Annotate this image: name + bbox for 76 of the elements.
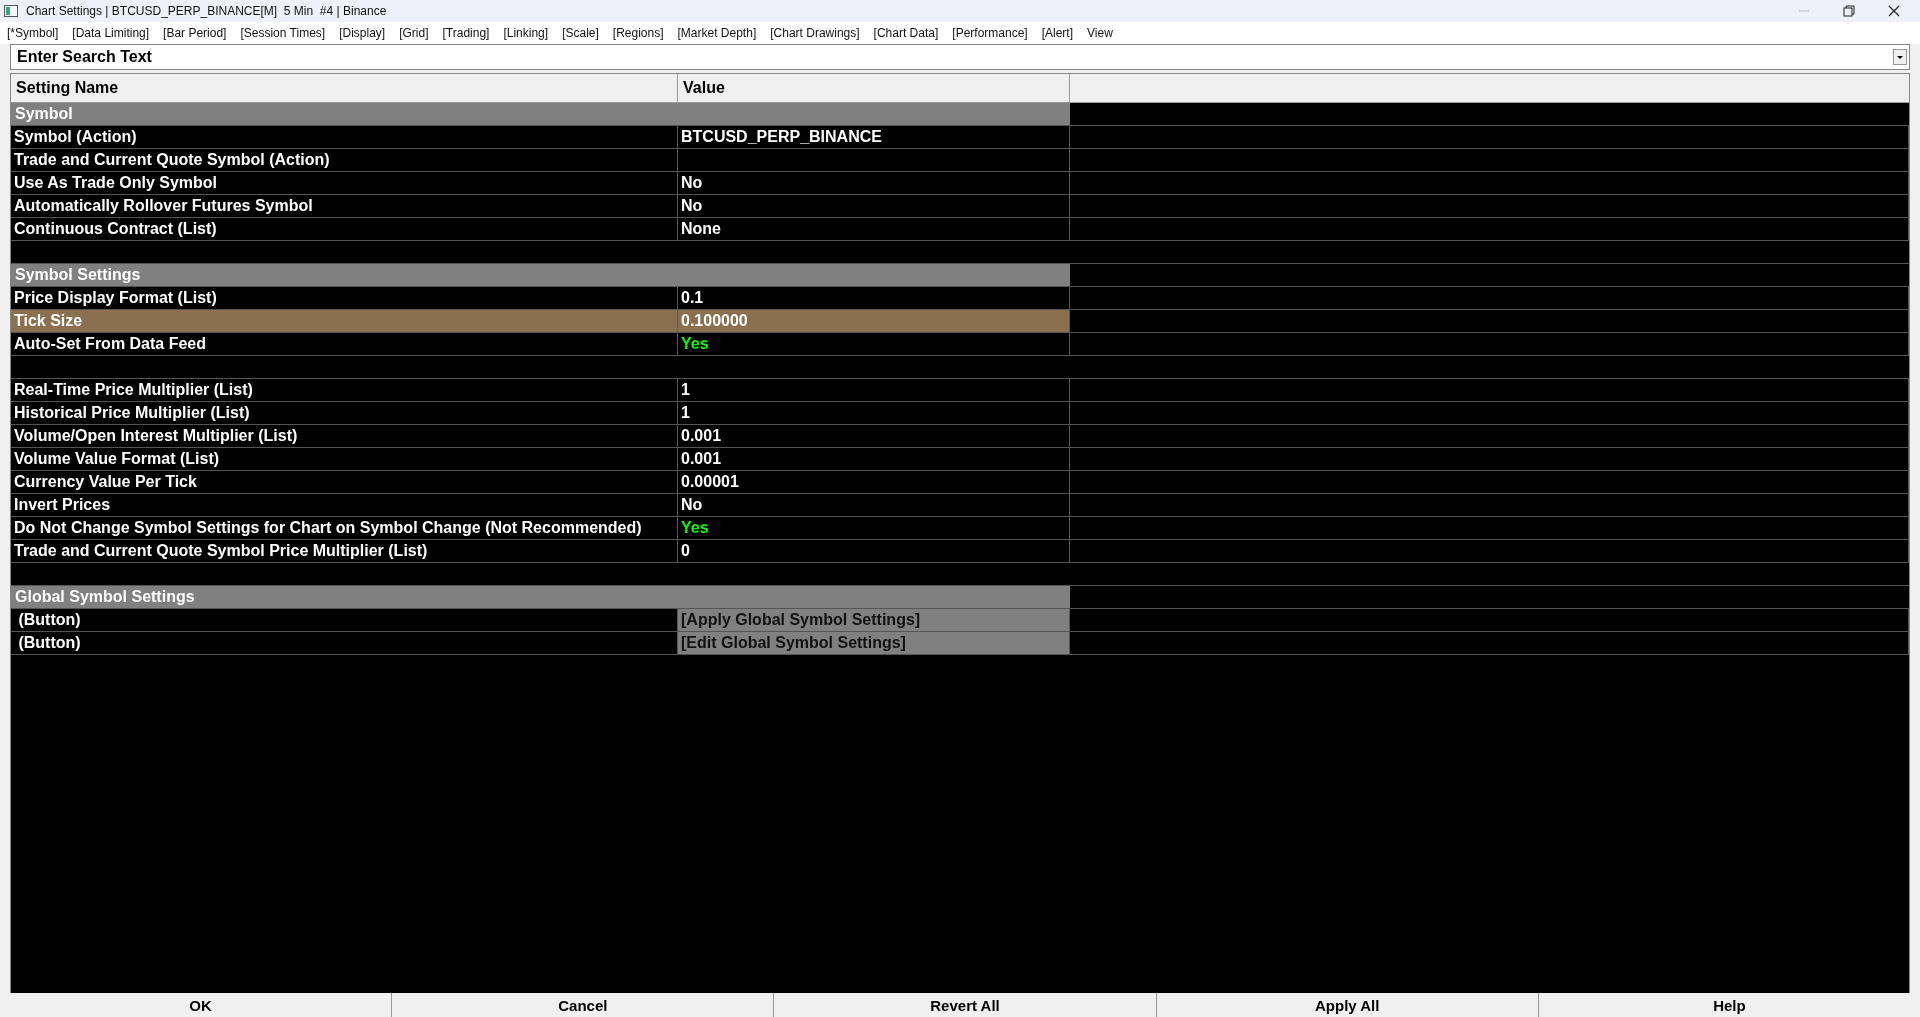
- setting-row[interactable]: Currency Value Per Tick 0.00001: [11, 471, 1909, 494]
- setting-row[interactable]: Price Display Format (List) 0.1: [11, 287, 1909, 310]
- setting-row[interactable]: Tick Size 0.100000: [11, 310, 1909, 333]
- menu-item[interactable]: [Regions]: [612, 26, 664, 40]
- menu-item[interactable]: [Display]: [339, 26, 386, 40]
- search-field[interactable]: Enter Search Text: [10, 44, 1910, 70]
- menu-item[interactable]: [Linking]: [503, 26, 549, 40]
- setting-value: No: [681, 174, 703, 192]
- setting-name: Trade and Current Quote Symbol Price Multiplier (List): [11, 540, 678, 562]
- menu-item[interactable]: [Data Limiting]: [72, 26, 150, 40]
- dropdown-icon[interactable]: [1893, 49, 1907, 65]
- menu-item[interactable]: [Scale]: [562, 26, 599, 40]
- setting-name: Price Display Format (List): [11, 287, 678, 309]
- setting-value: 0.100000: [681, 312, 748, 330]
- setting-name: Invert Prices: [11, 494, 678, 516]
- setting-row[interactable]: Continuous Contract (List) None: [11, 218, 1909, 241]
- setting-row[interactable]: Trade and Current Quote Symbol (Action): [11, 149, 1909, 172]
- setting-value: 0.001: [681, 450, 722, 468]
- window-title: Chart Settings | BTCUSD_PERP_BINANCE[M] 5 Min #4 | Binance: [26, 4, 387, 18]
- section-header: Symbol Settings: [11, 264, 1070, 286]
- section-header: Global Symbol Settings: [11, 586, 1070, 608]
- setting-value: 1: [681, 404, 690, 422]
- setting-row[interactable]: Real-Time Price Multiplier (List) 1: [11, 379, 1909, 402]
- setting-name: Volume Value Format (List): [11, 448, 678, 470]
- close-icon[interactable]: [1888, 5, 1900, 17]
- setting-name: Historical Price Multiplier (List): [11, 402, 678, 424]
- menu-item[interactable]: [*Symbol]: [7, 26, 59, 40]
- setting-row[interactable]: Volume Value Format (List) 0.001: [11, 448, 1909, 471]
- setting-name: Auto-Set From Data Feed: [11, 333, 678, 355]
- setting-row[interactable]: Trade and Current Quote Symbol Price Multiplier (List) 0: [11, 540, 1909, 563]
- setting-row[interactable]: Auto-Set From Data Feed Yes: [11, 333, 1909, 356]
- menu-item[interactable]: [Trading]: [442, 26, 490, 40]
- section-header: Symbol: [11, 103, 1070, 125]
- setting-value: No: [681, 197, 703, 215]
- setting-value: 0.00001: [681, 473, 739, 491]
- setting-value: BTCUSD_PERP_BINANCE: [681, 128, 882, 146]
- setting-value: No: [681, 496, 703, 514]
- column-header: Setting Name: [11, 74, 678, 102]
- setting-name: Real-Time Price Multiplier (List): [11, 379, 678, 401]
- menu-item[interactable]: View: [1087, 26, 1113, 40]
- action-button[interactable]: [Apply Global Symbol Settings]: [678, 609, 1070, 631]
- setting-value: Yes: [681, 335, 709, 353]
- menu-item[interactable]: [Alert]: [1041, 26, 1073, 40]
- setting-value: Yes: [681, 519, 709, 537]
- setting-name: Continuous Contract (List): [11, 218, 678, 240]
- column-header: Value: [678, 74, 1070, 102]
- setting-value: 0: [681, 542, 690, 560]
- setting-name: Tick Size: [11, 310, 678, 332]
- menu-item[interactable]: [Performance]: [952, 26, 1028, 40]
- setting-row[interactable]: Do Not Change Symbol Settings for Chart on Symbol Change (Not Recommended) Yes: [11, 517, 1909, 540]
- menu-item[interactable]: [Session Times]: [240, 26, 326, 40]
- setting-row[interactable]: Automatically Rollover Futures Symbol No: [11, 195, 1909, 218]
- setting-row[interactable]: Invert Prices No: [11, 494, 1909, 517]
- setting-name: Automatically Rollover Futures Symbol: [11, 195, 678, 217]
- menu-item[interactable]: [Chart Data]: [873, 26, 939, 40]
- setting-name: Use As Trade Only Symbol: [11, 172, 678, 194]
- menu-item[interactable]: [Grid]: [399, 26, 429, 40]
- setting-value: 1: [681, 381, 690, 399]
- setting-name: Do Not Change Symbol Settings for Chart on Symbol Change (Not Recommended): [11, 517, 678, 539]
- setting-row[interactable]: Volume/Open Interest Multiplier (List) 0.001: [11, 425, 1909, 448]
- setting-name: Currency Value Per Tick: [11, 471, 678, 493]
- setting-value: 0.001: [681, 427, 722, 445]
- setting-name: Symbol (Action): [11, 126, 678, 148]
- setting-value: 0.1: [681, 289, 704, 307]
- menu-item[interactable]: [Chart Drawings]: [770, 26, 860, 40]
- setting-value: None: [681, 220, 721, 238]
- setting-row[interactable]: Historical Price Multiplier (List) 1: [11, 402, 1909, 425]
- menu-item[interactable]: [Market Depth]: [677, 26, 757, 40]
- setting-row[interactable]: Use As Trade Only Symbol No: [11, 172, 1909, 195]
- setting-name: Trade and Current Quote Symbol (Action): [11, 149, 678, 171]
- setting-row[interactable]: Symbol (Action) BTCUSD_PERP_BINANCE: [11, 126, 1909, 149]
- window-icon: [4, 5, 18, 17]
- setting-name: Volume/Open Interest Multiplier (List): [11, 425, 678, 447]
- action-button[interactable]: [Edit Global Symbol Settings]: [678, 632, 1070, 654]
- menu-item[interactable]: [Bar Period]: [163, 26, 227, 40]
- restore-icon[interactable]: [1843, 5, 1855, 17]
